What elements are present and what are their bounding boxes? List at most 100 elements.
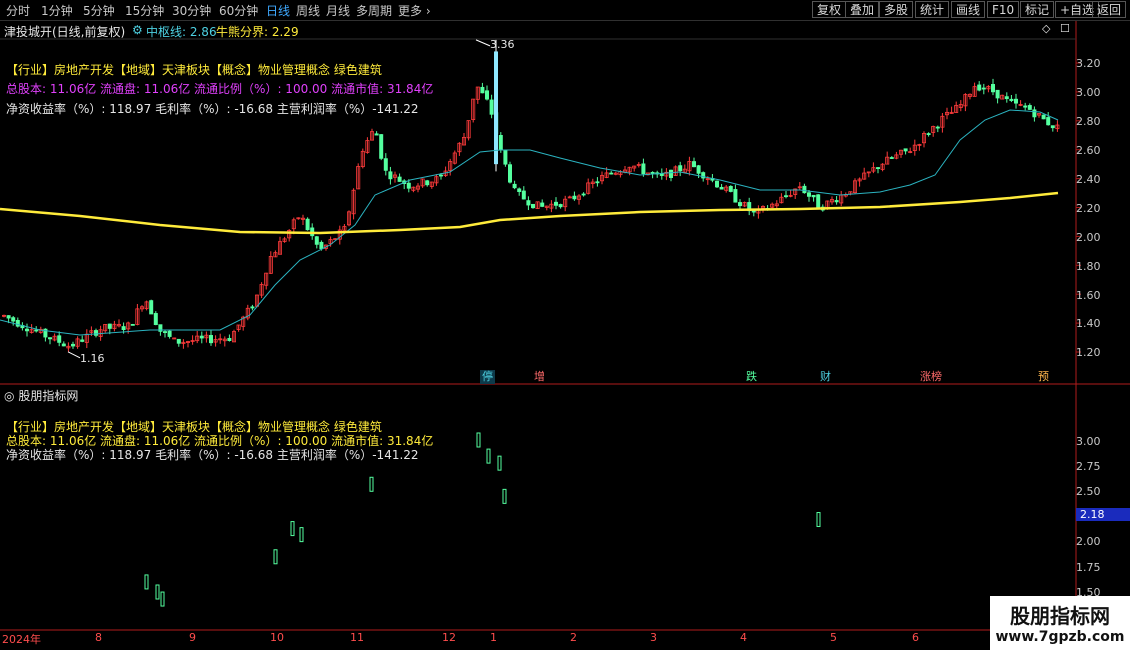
candle-body [558,204,563,208]
candle-body [227,338,232,341]
lower-tick: 1.75 [1076,561,1101,574]
candle-body [167,330,172,337]
candle-body [24,328,29,332]
candle-body [383,158,388,171]
candle-body [374,133,379,136]
candle-body [526,200,531,206]
candle-body [609,172,614,175]
indicator-mark [486,448,491,464]
industry-info: 【行业】房地产开发【地域】天津板块【概念】物业管理概念 绿色建筑 [6,63,382,77]
time-tick: 12 [442,631,456,644]
indicator-mark [144,574,149,590]
candle-body [678,165,683,172]
bull-bear-line [0,191,1059,235]
circle-icon[interactable]: ◎ [4,389,14,403]
price-tick: 2.20 [1076,202,1101,215]
indicator-mark [502,488,507,504]
price-tick: 3.00 [1076,86,1101,99]
lower-panel-title: ◎ 股朋指标网 [4,387,78,404]
candle-body [889,157,894,159]
candle-body [208,335,213,344]
candle-body [903,148,908,152]
candle-body [991,84,996,93]
candle-body [162,331,167,333]
time-tick: 1 [490,631,497,644]
price-tick: 1.80 [1076,260,1101,273]
candle-body [6,315,11,319]
candle-body [121,326,126,331]
indicator-mark [299,527,304,543]
indicator-mark [369,476,374,492]
candle-body [176,338,181,344]
lower-tick: 2.75 [1076,460,1101,473]
indicator-mark [816,512,821,528]
high-marker-line [475,39,491,47]
ratios-info: 净资收益率（%）: 118.97 毛利率（%）: -16.68 主营利润率（%）… [6,102,419,116]
indicator-mark [497,455,502,471]
indicator-mark [160,591,165,607]
candle-body [572,195,577,200]
event-badge-finance[interactable]: 财 [818,370,833,384]
candle-body [314,236,319,245]
candle-body [595,181,600,184]
event-badge-top-list[interactable]: 涨榜 [918,370,944,384]
lower-tick: 3.00 [1076,435,1101,448]
price-tick: 1.40 [1076,317,1101,330]
watermark-title: 股朋指标网 [1010,604,1110,628]
candle-body [11,317,16,322]
indicator-mark [476,432,481,448]
price-tick: 3.20 [1076,57,1101,70]
indicator-mark [155,584,160,600]
candle-body [659,173,664,176]
candle-body [71,343,76,347]
event-badge-fall[interactable]: 跌 [744,370,759,384]
price-tick: 2.80 [1076,115,1101,128]
candle-body [149,300,154,315]
candle-body [1009,98,1014,101]
candle-body [995,89,1000,99]
event-badge-increase[interactable]: 增 [532,370,547,384]
candle-body [425,180,430,186]
event-badge-forecast[interactable]: 预 [1036,370,1051,384]
candle-body [540,202,545,207]
indicator-mark [290,521,295,537]
spike-candle [494,51,498,165]
candle-body [250,306,255,309]
candle-body [807,192,812,197]
candle-body [34,329,39,332]
kline-chart[interactable] [0,0,1130,650]
candle-body [935,126,940,129]
candle-body [715,180,720,188]
candle-body [512,183,517,189]
candle-body [802,185,807,194]
candle-body [57,335,62,343]
candle-body [1004,96,1009,100]
price-tick: 2.60 [1076,144,1101,157]
candle-body [816,194,821,209]
candle-body [531,203,536,209]
ratios-info-lower: 净资收益率（%）: 118.97 毛利率（%）: -16.68 主营利润率（%）… [6,448,419,462]
candle-body [641,163,646,175]
candle-body [977,84,982,91]
event-badge-halt[interactable]: 停 [480,370,495,384]
candle-body [489,99,494,115]
candle-body [1046,117,1051,126]
candle-body [692,161,697,168]
price-tick: 2.40 [1076,173,1101,186]
candle-body [981,87,986,90]
candle-body [738,202,743,207]
candle-body [15,319,20,327]
ma-line [0,109,1059,336]
shares-info: 总股本: 11.06亿 流通盘: 11.06亿 流通比例（%）: 100.00 … [6,82,434,96]
candle-body [696,165,701,174]
candle-body [1041,114,1046,120]
candle-body [438,174,443,177]
candle-body [811,194,816,198]
price-tick: 2.00 [1076,231,1101,244]
candle-body [554,201,559,206]
candle-body [94,330,99,336]
candle-body [876,167,881,169]
candle-body [498,135,503,150]
time-tick: 2 [570,631,577,644]
candle-body [61,343,66,347]
